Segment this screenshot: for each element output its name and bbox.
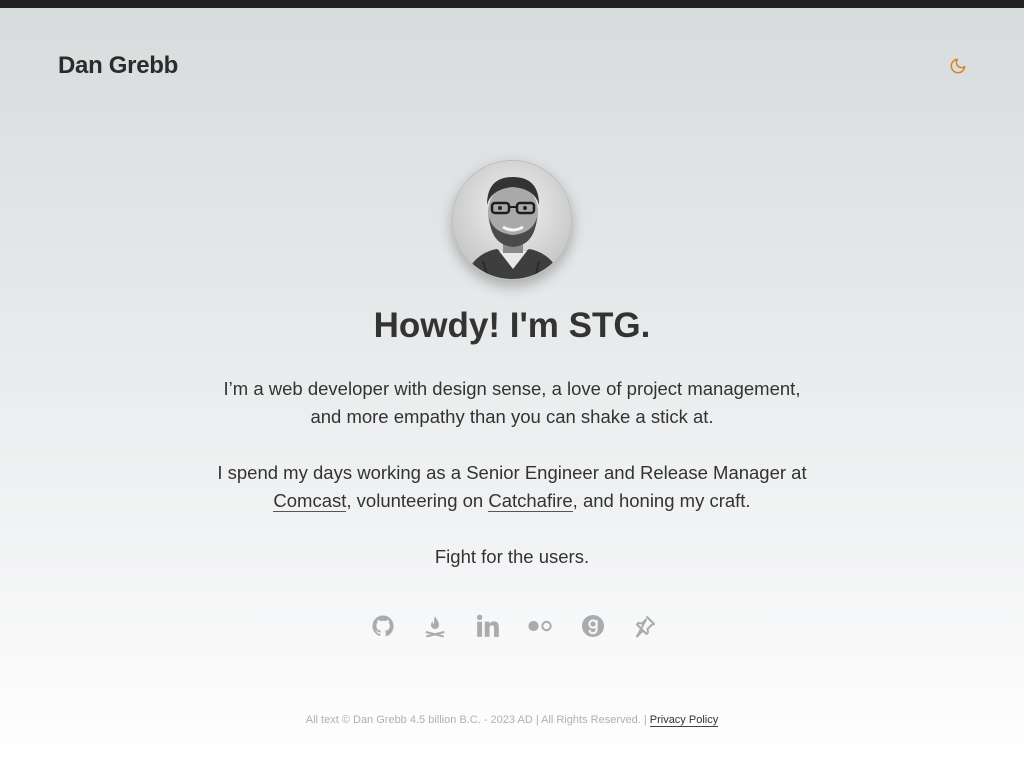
theme-toggle-button[interactable] xyxy=(946,54,970,78)
flickr-link[interactable] xyxy=(527,613,553,639)
headline: Howdy! I'm STG. xyxy=(373,306,651,345)
pinboard-icon xyxy=(635,616,655,638)
copyright-text: All text © Dan Grebb 4.5 billion B.C. - … xyxy=(305,714,647,726)
top-strip xyxy=(0,0,1024,8)
motto: Fight for the users. xyxy=(434,546,590,567)
work-text-middle: , volunteering on xyxy=(346,490,489,511)
work-paragraph: I spend my days working as a Senior Engi… xyxy=(212,459,812,515)
pinboard-link[interactable] xyxy=(632,613,658,639)
portrait-photo xyxy=(453,161,571,279)
comcast-link[interactable]: Comcast xyxy=(273,490,347,512)
social-links xyxy=(370,612,658,640)
github-icon xyxy=(372,615,394,637)
campfire-icon xyxy=(425,616,445,638)
footer: All text © Dan Grebb 4.5 billion B.C. - … xyxy=(0,714,1024,727)
github-link[interactable] xyxy=(370,613,396,639)
avatar xyxy=(452,160,572,280)
work-text-after: , and honing my craft. xyxy=(572,490,751,511)
intro-paragraph: I’m a web developer with design sense, a… xyxy=(223,378,801,427)
goodreads-icon xyxy=(581,615,604,637)
moon-icon xyxy=(950,58,966,74)
privacy-policy-link[interactable]: Privacy Policy xyxy=(649,714,719,727)
goodreads-link[interactable] xyxy=(580,613,606,639)
flickr-icon xyxy=(528,620,552,632)
linkedin-icon xyxy=(476,614,499,637)
catchafire-link[interactable]: Catchafire xyxy=(488,490,573,512)
linkedin-link[interactable] xyxy=(475,613,501,639)
site-title[interactable]: Dan Grebb xyxy=(58,52,178,80)
work-text-before: I spend my days working as a Senior Engi… xyxy=(217,462,807,483)
campfire-link[interactable] xyxy=(422,613,448,639)
